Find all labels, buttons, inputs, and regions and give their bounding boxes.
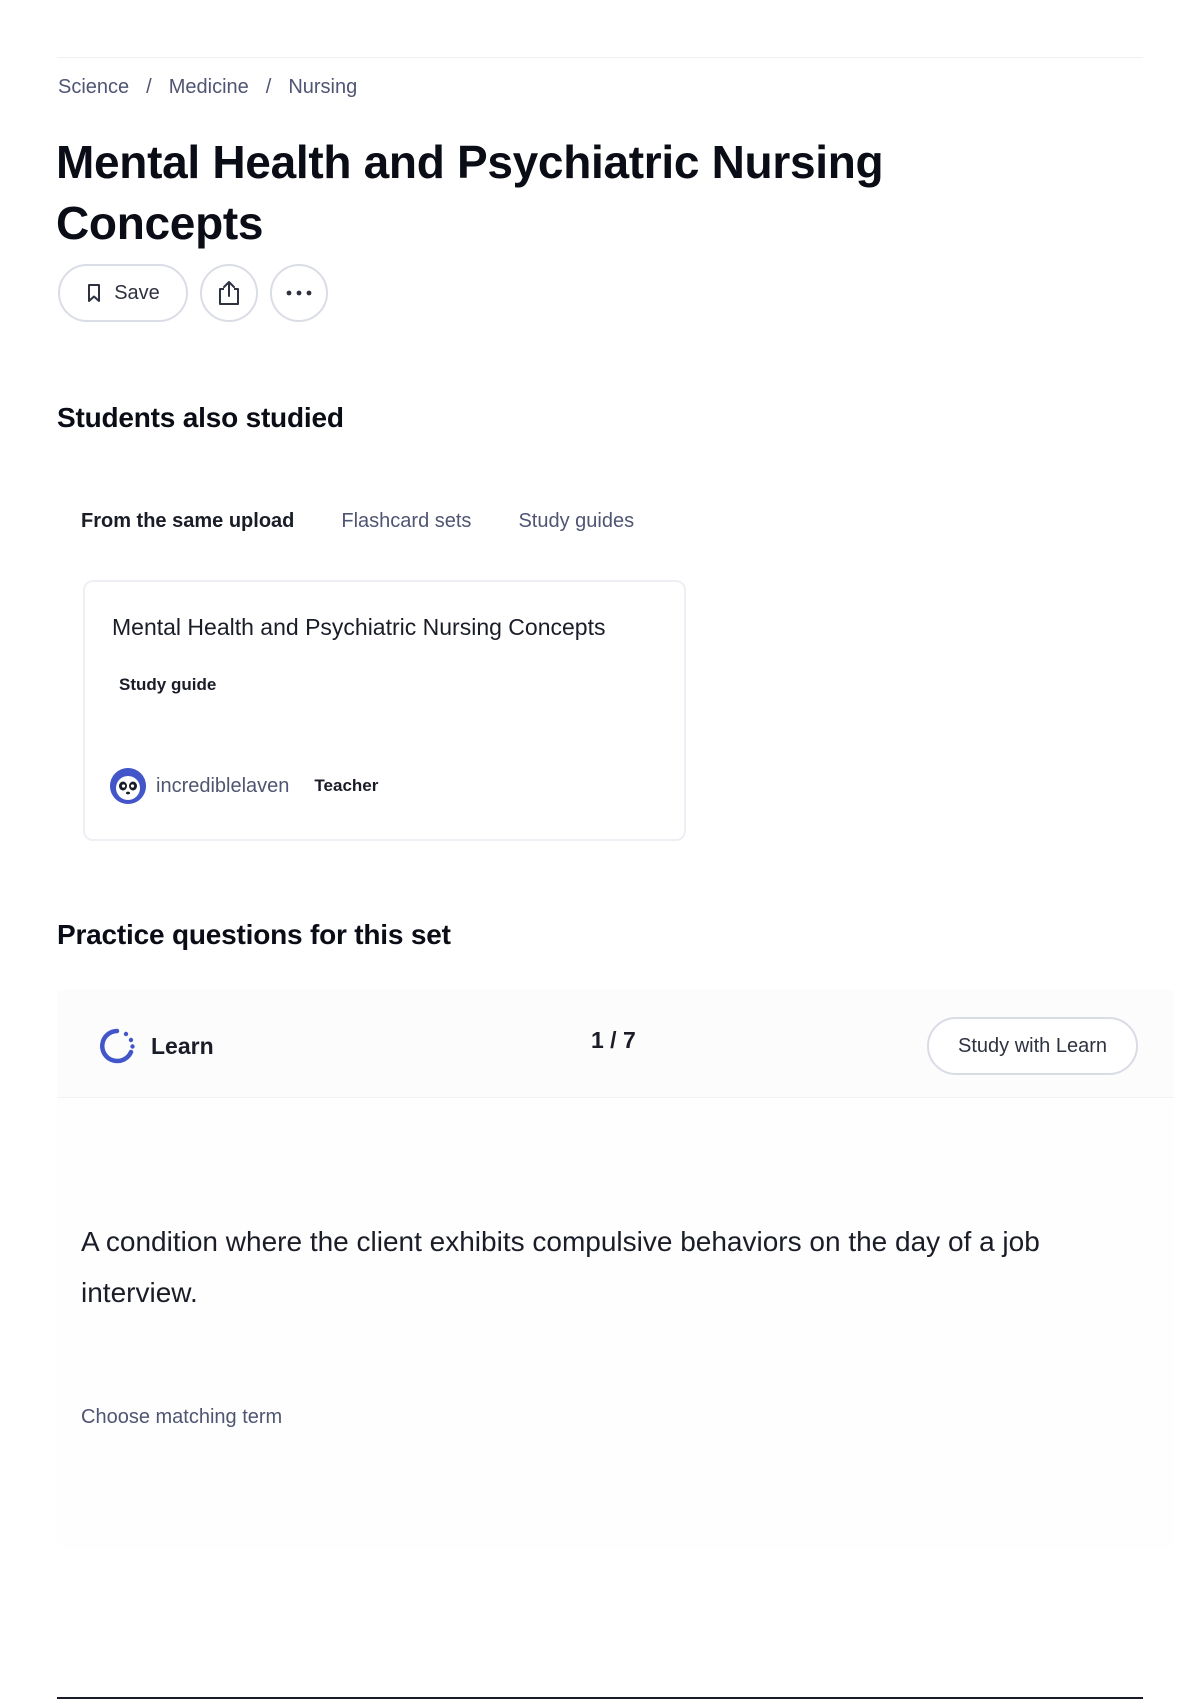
card-title: Mental Health and Psychiatric Nursing Co… bbox=[112, 614, 606, 640]
title-actions: Save bbox=[58, 264, 328, 322]
students-also-studied-heading: Students also studied bbox=[57, 402, 344, 433]
tab-from-same-upload[interactable]: From the same upload bbox=[81, 510, 294, 533]
more-options-button[interactable] bbox=[270, 264, 328, 322]
bottom-divider bbox=[57, 1697, 1143, 1699]
learn-header: Learn 1 / 7 Study with Learn bbox=[57, 990, 1174, 1098]
save-button[interactable]: Save bbox=[58, 264, 188, 322]
breadcrumb-science[interactable]: Science bbox=[58, 76, 129, 99]
learn-mode: Learn bbox=[97, 1026, 214, 1066]
question-counter: 1 / 7 bbox=[591, 1027, 636, 1053]
author-name[interactable]: incrediblelaven bbox=[156, 775, 289, 798]
breadcrumb: Science / Medicine / Nursing bbox=[58, 76, 357, 99]
card-author: incrediblelaven Teacher bbox=[110, 768, 378, 804]
question-text: A condition where the client exhibits co… bbox=[81, 1226, 1040, 1308]
author-role-badge: Teacher bbox=[314, 776, 379, 795]
bookmark-icon bbox=[86, 283, 102, 303]
related-tabs: From the same upload Flashcard sets Stud… bbox=[81, 510, 634, 533]
top-divider bbox=[57, 57, 1143, 58]
choose-matching-term-label: Choose matching term bbox=[81, 1406, 283, 1428]
breadcrumb-separator: / bbox=[265, 76, 272, 98]
save-label: Save bbox=[114, 281, 160, 304]
panda-avatar-icon bbox=[110, 768, 146, 804]
learn-label: Learn bbox=[151, 1032, 214, 1059]
tab-study-guides[interactable]: Study guides bbox=[518, 510, 634, 533]
card-type-label: Study guide bbox=[119, 675, 217, 694]
tab-flashcard-sets[interactable]: Flashcard sets bbox=[341, 510, 471, 533]
breadcrumb-nursing[interactable]: Nursing bbox=[288, 76, 357, 99]
share-button[interactable] bbox=[200, 264, 258, 322]
study-with-learn-button[interactable]: Study with Learn bbox=[927, 1017, 1138, 1075]
breadcrumb-separator: / bbox=[146, 76, 152, 98]
learn-progress-icon bbox=[97, 1026, 137, 1066]
breadcrumb-medicine[interactable]: Medicine bbox=[169, 76, 249, 99]
practice-questions-heading: Practice questions for this set bbox=[57, 919, 451, 950]
more-horizontal-icon bbox=[286, 290, 312, 296]
study-guide-card[interactable]: Mental Health and Psychiatric Nursing Co… bbox=[83, 580, 686, 841]
share-icon bbox=[216, 279, 242, 307]
page-title: Mental Health and Psychiatric Nursing Co… bbox=[56, 136, 884, 249]
learn-panel: Learn 1 / 7 Study with Learn A condition… bbox=[57, 990, 1174, 1550]
